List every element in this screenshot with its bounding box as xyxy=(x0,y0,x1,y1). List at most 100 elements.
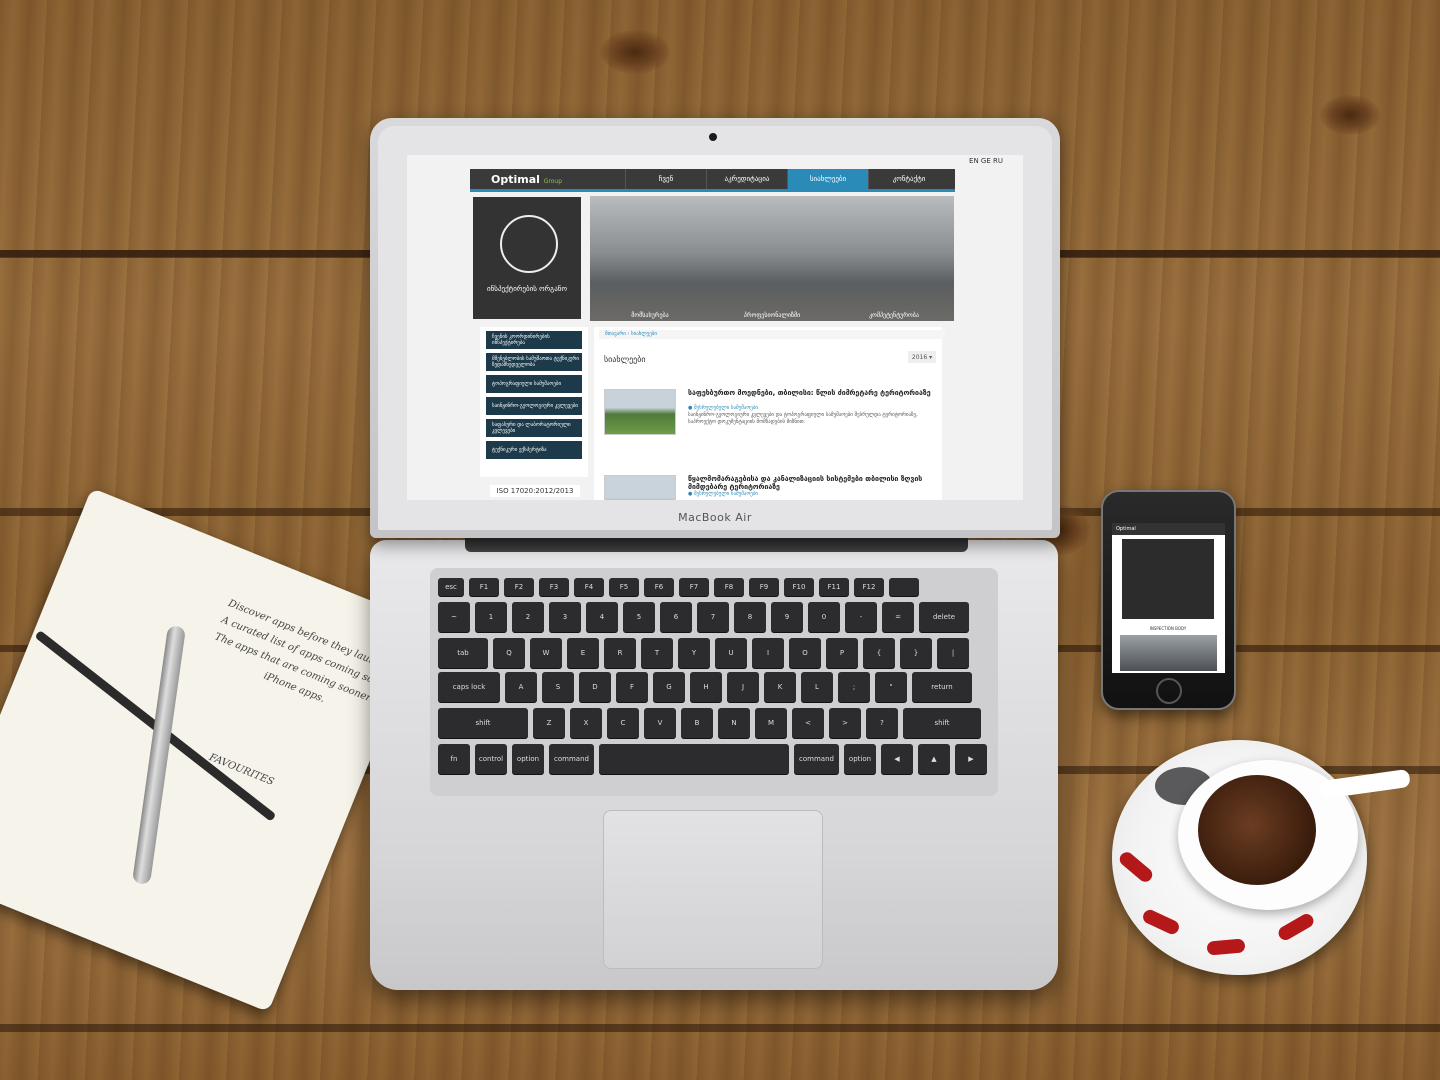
keyboard-key[interactable]: command xyxy=(794,744,839,774)
keyboard-key[interactable]: ? xyxy=(866,708,898,738)
news-category[interactable]: ● შესრულებული სამუშაოები xyxy=(688,405,758,411)
keyboard-key[interactable]: Z xyxy=(533,708,565,738)
keyboard-key[interactable]: F1 xyxy=(469,578,499,596)
keyboard-key[interactable]: D xyxy=(579,672,611,702)
sidebar-service-button[interactable]: საფასური და ლაბორატორიული კვლევები xyxy=(486,419,582,437)
keyboard-key[interactable]: U xyxy=(715,638,747,668)
keyboard-key[interactable]: C xyxy=(607,708,639,738)
keyboard-key[interactable]: F xyxy=(616,672,648,702)
keyboard-key[interactable]: ~ xyxy=(438,602,470,632)
nav-item-about[interactable]: ჩვენ xyxy=(625,169,706,189)
year-select[interactable]: 2016 ▾ xyxy=(908,351,936,363)
keyboard-key[interactable]: F10 xyxy=(784,578,814,596)
keyboard-key[interactable]: F4 xyxy=(574,578,604,596)
news-title[interactable]: საფეხბურთო მოედნები, თბილისი: წლის ძიმრე… xyxy=(688,389,938,397)
keyboard-key[interactable]: Q xyxy=(493,638,525,668)
keyboard-key[interactable]: F5 xyxy=(609,578,639,596)
keyboard-key[interactable]: ▲ xyxy=(918,744,950,774)
keyboard-key[interactable]: E xyxy=(567,638,599,668)
site-logo[interactable]: Optimal Group xyxy=(491,173,562,186)
keyboard-key[interactable]: A xyxy=(505,672,537,702)
breadcrumb[interactable]: მთავარი › სიახლეები xyxy=(599,330,945,339)
keyboard-key[interactable]: ▶ xyxy=(955,744,987,774)
keyboard-key[interactable]: return xyxy=(912,672,972,702)
keyboard-key[interactable]: shift xyxy=(438,708,528,738)
keyboard-key[interactable]: ; xyxy=(838,672,870,702)
keyboard-key[interactable]: command xyxy=(549,744,594,774)
home-button-icon[interactable] xyxy=(1156,678,1182,704)
keyboard-key[interactable]: J xyxy=(727,672,759,702)
keyboard-key[interactable]: option xyxy=(512,744,544,774)
keyboard-key[interactable]: S xyxy=(542,672,574,702)
keyboard-key[interactable]: 0 xyxy=(808,602,840,632)
keyboard-key[interactable]: 6 xyxy=(660,602,692,632)
keyboard-key[interactable]: delete xyxy=(919,602,969,632)
keyboard-key[interactable]: > xyxy=(829,708,861,738)
news-thumbnail[interactable] xyxy=(604,389,676,435)
keyboard-key[interactable]: control xyxy=(475,744,507,774)
keyboard-key[interactable]: H xyxy=(690,672,722,702)
keyboard-key[interactable]: ◀ xyxy=(881,744,913,774)
keyboard-key[interactable]: N xyxy=(718,708,750,738)
keyboard-key[interactable]: R xyxy=(604,638,636,668)
keyboard-key[interactable]: P xyxy=(826,638,858,668)
keyboard-key[interactable]: W xyxy=(530,638,562,668)
keyboard-key[interactable]: 8 xyxy=(734,602,766,632)
keyboard-key[interactable]: V xyxy=(644,708,676,738)
sidebar-service-button[interactable]: საინჟინრო-გეოლოგიური კვლევები xyxy=(486,397,582,415)
keyboard-key[interactable]: shift xyxy=(903,708,981,738)
keyboard-key[interactable]: F9 xyxy=(749,578,779,596)
keyboard-key[interactable]: 1 xyxy=(475,602,507,632)
language-switch[interactable]: EN GE RU xyxy=(969,157,1003,165)
keyboard-key[interactable]: F6 xyxy=(644,578,674,596)
keyboard-key[interactable] xyxy=(599,744,789,774)
nav-item-news[interactable]: სიახლეები xyxy=(787,169,868,189)
keyboard-key[interactable]: M xyxy=(755,708,787,738)
phone-nav[interactable]: Optimal xyxy=(1112,523,1225,535)
keyboard-key[interactable]: | xyxy=(937,638,969,668)
keyboard-key[interactable]: caps lock xyxy=(438,672,500,702)
keyboard-key[interactable]: { xyxy=(863,638,895,668)
keyboard-key[interactable]: " xyxy=(875,672,907,702)
keyboard-key[interactable]: Y xyxy=(678,638,710,668)
news-thumbnail[interactable] xyxy=(604,475,676,500)
keyboard-key[interactable]: F11 xyxy=(819,578,849,596)
keyboard-key[interactable]: F7 xyxy=(679,578,709,596)
news-category[interactable]: ● შესრულებული სამუშაოები xyxy=(688,491,758,497)
keyboard-key[interactable]: I xyxy=(752,638,784,668)
keyboard-key[interactable]: } xyxy=(900,638,932,668)
keyboard-key[interactable]: option xyxy=(844,744,876,774)
keyboard-key[interactable]: - xyxy=(845,602,877,632)
nav-item-accreditation[interactable]: აკრედიტაცია xyxy=(706,169,787,189)
keyboard-key[interactable]: fn xyxy=(438,744,470,774)
keyboard-key[interactable]: L xyxy=(801,672,833,702)
nav-item-contact[interactable]: კონტაქტი xyxy=(868,169,949,189)
keyboard-key[interactable]: < xyxy=(792,708,824,738)
keyboard-key[interactable]: = xyxy=(882,602,914,632)
keyboard-key[interactable]: 3 xyxy=(549,602,581,632)
news-title[interactable]: წყალმომარაგებისა და კანალიზაციის სისტემე… xyxy=(688,475,938,491)
keyboard-key[interactable]: F3 xyxy=(539,578,569,596)
sidebar-service-button[interactable]: მშენებლობის სამუშაოთა ტექნიკური ზედამხედ… xyxy=(486,353,582,371)
keyboard-key[interactable]: F8 xyxy=(714,578,744,596)
keyboard-key[interactable]: 4 xyxy=(586,602,618,632)
keyboard-key[interactable]: 9 xyxy=(771,602,803,632)
sidebar-service-button[interactable]: ტექნიკური ექსპერტიზა xyxy=(486,441,582,459)
keyboard-key[interactable]: F2 xyxy=(504,578,534,596)
keyboard-key[interactable]: G xyxy=(653,672,685,702)
keyboard-key[interactable]: T xyxy=(641,638,673,668)
keyboard-key[interactable]: 5 xyxy=(623,602,655,632)
keyboard-key[interactable]: 2 xyxy=(512,602,544,632)
keyboard-key[interactable] xyxy=(889,578,919,596)
keyboard-key[interactable]: B xyxy=(681,708,713,738)
keyboard-key[interactable]: tab xyxy=(438,638,488,668)
keyboard-key[interactable]: 7 xyxy=(697,602,729,632)
keyboard-key[interactable]: F12 xyxy=(854,578,884,596)
sidebar-service-button[interactable]: ჩვენის კოორდინირების ინსპექტირება xyxy=(486,331,582,349)
keyboard-key[interactable]: K xyxy=(764,672,796,702)
trackpad[interactable] xyxy=(603,810,823,969)
sidebar-service-button[interactable]: ტოპოგრაფიული სამუშაოები xyxy=(486,375,582,393)
keyboard-key[interactable]: O xyxy=(789,638,821,668)
keyboard-key[interactable]: X xyxy=(570,708,602,738)
keyboard-key[interactable]: esc xyxy=(438,578,464,596)
